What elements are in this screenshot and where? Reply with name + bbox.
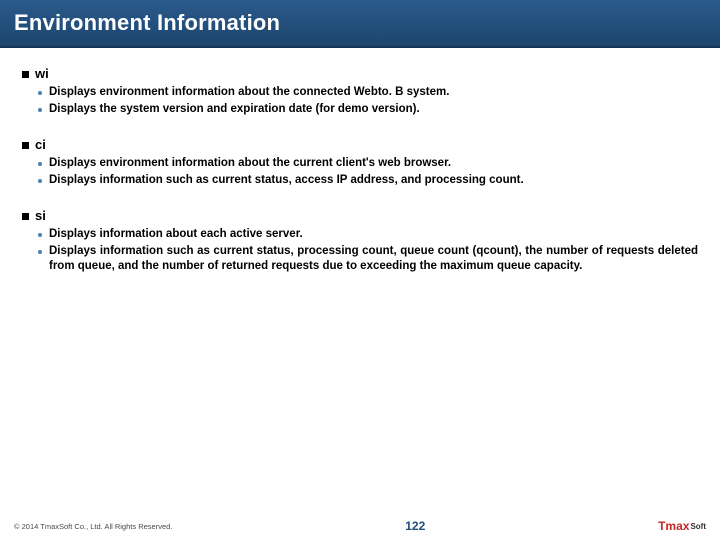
section-si: si Displays information about each activ…: [22, 208, 698, 275]
list-item: Displays environment information about t…: [38, 85, 698, 101]
dot-bullet-icon: [38, 91, 42, 95]
page-number: 122: [172, 519, 658, 533]
footer: © 2014 TmaxSoft Co., Ltd. All Rights Res…: [0, 518, 720, 540]
logo-main: Tmax: [658, 519, 689, 533]
section-heading: wi: [22, 66, 698, 81]
item-text: Displays information such as current sta…: [49, 173, 524, 189]
list-item: Displays information such as current sta…: [38, 173, 698, 189]
list-item: Displays environment information about t…: [38, 156, 698, 172]
item-text: Displays information about each active s…: [49, 227, 303, 243]
item-text: Displays environment information about t…: [49, 85, 449, 101]
copyright-text: © 2014 TmaxSoft Co., Ltd. All Rights Res…: [14, 522, 172, 531]
section-title: wi: [35, 66, 49, 81]
dot-bullet-icon: [38, 250, 42, 254]
tmaxsoft-logo: TmaxSoft: [658, 519, 706, 533]
list-item: Displays the system version and expirati…: [38, 102, 698, 118]
slide: Environment Information wi Displays envi…: [0, 0, 720, 540]
section-heading: si: [22, 208, 698, 223]
dot-bullet-icon: [38, 108, 42, 112]
item-text: Displays environment information about t…: [49, 156, 451, 172]
list-item: Displays information such as current sta…: [38, 244, 698, 275]
square-bullet-icon: [22, 71, 29, 78]
sub-list: Displays environment information about t…: [22, 85, 698, 117]
list-item: Displays information about each active s…: [38, 227, 698, 243]
square-bullet-icon: [22, 142, 29, 149]
section-title: si: [35, 208, 46, 223]
logo-sub: Soft: [690, 522, 706, 531]
dot-bullet-icon: [38, 162, 42, 166]
sub-list: Displays information about each active s…: [22, 227, 698, 275]
section-wi: wi Displays environment information abou…: [22, 66, 698, 117]
title-bar: Environment Information: [0, 0, 720, 48]
sub-list: Displays environment information about t…: [22, 156, 698, 188]
item-text: Displays information such as current sta…: [49, 244, 698, 275]
dot-bullet-icon: [38, 233, 42, 237]
section-title: ci: [35, 137, 46, 152]
dot-bullet-icon: [38, 179, 42, 183]
square-bullet-icon: [22, 213, 29, 220]
slide-title: Environment Information: [14, 10, 280, 36]
section-ci: ci Displays environment information abou…: [22, 137, 698, 188]
slide-body: wi Displays environment information abou…: [0, 48, 720, 518]
section-heading: ci: [22, 137, 698, 152]
item-text: Displays the system version and expirati…: [49, 102, 420, 118]
